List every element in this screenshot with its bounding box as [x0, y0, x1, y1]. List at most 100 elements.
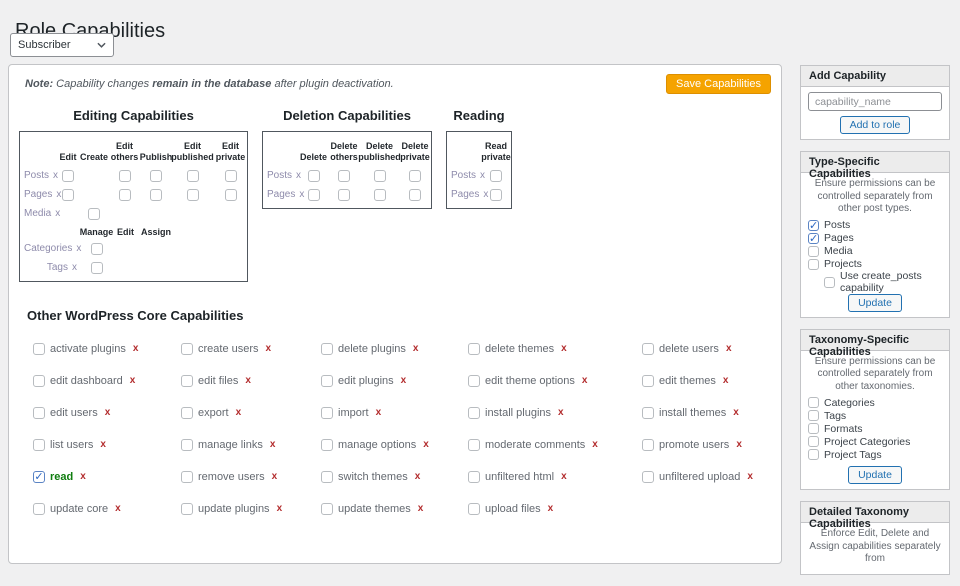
- remove-capability-link[interactable]: x: [415, 471, 421, 482]
- remove-capability-link[interactable]: x: [423, 439, 429, 450]
- remove-capability-link[interactable]: x: [115, 503, 121, 514]
- add-to-role-button[interactable]: Add to role: [840, 116, 911, 134]
- remove-capability-link[interactable]: x: [105, 407, 111, 418]
- checkbox[interactable]: [321, 343, 333, 355]
- checkbox[interactable]: [62, 170, 74, 182]
- checkbox[interactable]: [468, 439, 480, 451]
- checkbox[interactable]: [33, 407, 45, 419]
- remove-capability-link[interactable]: x: [413, 343, 419, 354]
- remove-capability-link[interactable]: x: [747, 471, 753, 482]
- checkbox[interactable]: [490, 189, 502, 201]
- remove-capability-link[interactable]: x: [133, 343, 139, 354]
- checkbox[interactable]: [468, 471, 480, 483]
- remove-capability-link[interactable]: x: [558, 407, 564, 418]
- checkbox[interactable]: [808, 449, 819, 460]
- checkbox[interactable]: [225, 189, 237, 201]
- checkbox[interactable]: [321, 439, 333, 451]
- checkbox[interactable]: [642, 407, 654, 419]
- remove-capability-link[interactable]: x: [418, 503, 424, 514]
- checkbox[interactable]: [33, 471, 45, 483]
- checkbox[interactable]: [33, 503, 45, 515]
- capability-name-input[interactable]: [808, 92, 942, 111]
- checkbox[interactable]: [642, 343, 654, 355]
- remove-capability-link[interactable]: x: [376, 407, 382, 418]
- checkbox[interactable]: [338, 189, 350, 201]
- sidebar-option: Project Categories: [808, 435, 942, 448]
- checkbox[interactable]: [225, 170, 237, 182]
- checkbox[interactable]: [642, 439, 654, 451]
- taxonomy-specific-update-button[interactable]: Update: [848, 466, 902, 484]
- checkbox[interactable]: [181, 471, 193, 483]
- checkbox[interactable]: [374, 189, 386, 201]
- checkbox[interactable]: [187, 189, 199, 201]
- checkbox[interactable]: [409, 170, 421, 182]
- checkbox[interactable]: [321, 471, 333, 483]
- checkbox[interactable]: [808, 220, 819, 231]
- remove-capability-link[interactable]: x: [401, 375, 407, 386]
- checkbox[interactable]: [88, 208, 100, 220]
- checkbox[interactable]: [468, 343, 480, 355]
- capability-cell: [399, 186, 431, 204]
- checkbox[interactable]: [62, 189, 74, 201]
- remove-capability-link[interactable]: x: [726, 343, 732, 354]
- checkbox[interactable]: [808, 410, 819, 421]
- checkbox[interactable]: [374, 170, 386, 182]
- remove-capability-link[interactable]: x: [266, 343, 272, 354]
- remove-capability-link[interactable]: x: [272, 471, 278, 482]
- checkbox[interactable]: [321, 375, 333, 387]
- remove-capability-link[interactable]: x: [592, 439, 598, 450]
- checkbox[interactable]: [119, 170, 131, 182]
- checkbox[interactable]: [642, 471, 654, 483]
- checkbox[interactable]: [808, 436, 819, 447]
- checkbox[interactable]: [642, 375, 654, 387]
- checkbox[interactable]: [808, 246, 819, 257]
- checkbox[interactable]: [808, 259, 819, 270]
- remove-capability-link[interactable]: x: [130, 375, 136, 386]
- checkbox[interactable]: [181, 343, 193, 355]
- remove-capability-link[interactable]: x: [736, 439, 742, 450]
- remove-capability-link[interactable]: x: [733, 407, 739, 418]
- checkbox[interactable]: [338, 170, 350, 182]
- checkbox[interactable]: [468, 503, 480, 515]
- checkbox[interactable]: [321, 407, 333, 419]
- remove-capability-link[interactable]: x: [72, 262, 77, 273]
- remove-capability-link[interactable]: x: [561, 471, 567, 482]
- role-select[interactable]: Subscriber: [10, 33, 114, 57]
- checkbox[interactable]: [490, 170, 502, 182]
- checkbox[interactable]: [808, 423, 819, 434]
- checkbox[interactable]: [321, 503, 333, 515]
- remove-capability-link[interactable]: x: [548, 503, 554, 514]
- checkbox[interactable]: [808, 397, 819, 408]
- checkbox[interactable]: [409, 189, 421, 201]
- checkbox[interactable]: [308, 170, 320, 182]
- remove-capability-link[interactable]: x: [80, 471, 86, 482]
- remove-capability-link[interactable]: x: [245, 375, 251, 386]
- save-capabilities-button[interactable]: Save Capabilities: [666, 74, 771, 94]
- remove-capability-link[interactable]: x: [100, 439, 106, 450]
- remove-capability-link[interactable]: x: [270, 439, 276, 450]
- checkbox[interactable]: [468, 407, 480, 419]
- checkbox[interactable]: [91, 262, 103, 274]
- remove-capability-link[interactable]: x: [236, 407, 242, 418]
- remove-capability-link[interactable]: x: [582, 375, 588, 386]
- checkbox[interactable]: [808, 233, 819, 244]
- remove-capability-link[interactable]: x: [723, 375, 729, 386]
- checkbox[interactable]: [119, 189, 131, 201]
- checkbox[interactable]: [91, 243, 103, 255]
- checkbox[interactable]: [308, 189, 320, 201]
- checkbox[interactable]: [187, 170, 199, 182]
- checkbox[interactable]: [33, 343, 45, 355]
- checkbox[interactable]: [181, 503, 193, 515]
- checkbox[interactable]: [150, 170, 162, 182]
- checkbox[interactable]: [33, 439, 45, 451]
- checkbox[interactable]: [181, 375, 193, 387]
- checkbox[interactable]: [181, 407, 193, 419]
- checkbox[interactable]: [824, 277, 835, 288]
- remove-capability-link[interactable]: x: [277, 503, 283, 514]
- remove-capability-link[interactable]: x: [561, 343, 567, 354]
- checkbox[interactable]: [33, 375, 45, 387]
- checkbox[interactable]: [150, 189, 162, 201]
- checkbox[interactable]: [181, 439, 193, 451]
- checkbox[interactable]: [468, 375, 480, 387]
- type-specific-update-button[interactable]: Update: [848, 294, 902, 312]
